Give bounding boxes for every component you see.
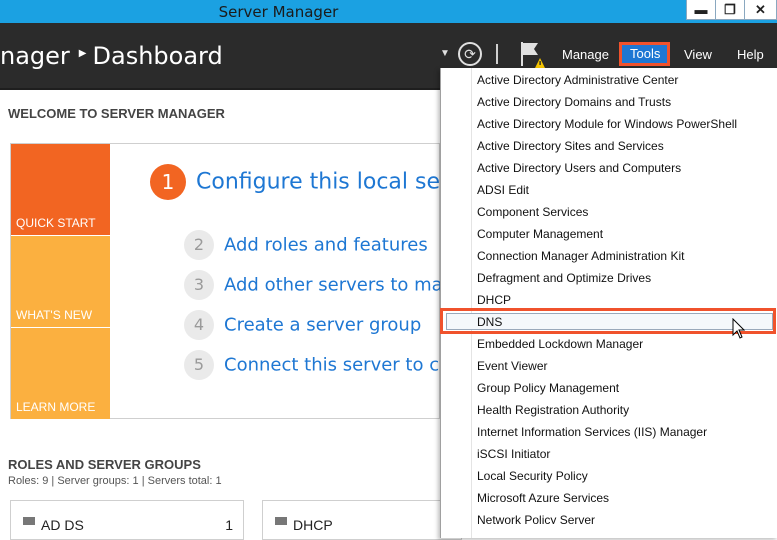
step-1-number: 1: [150, 164, 186, 200]
mouse-cursor-icon: [732, 318, 746, 339]
tile-learn-more[interactable]: LEARN MORE: [11, 328, 110, 419]
tools-item[interactable]: Network Policy Server: [477, 509, 595, 524]
tools-item[interactable]: Active Directory Domains and Trusts: [477, 91, 671, 113]
tile-quick-start-label: QUICK START: [16, 216, 96, 230]
step-3-number: 3: [184, 270, 214, 300]
tools-item[interactable]: Internet Information Services (IIS) Mana…: [477, 421, 707, 443]
tile-whats-new-label: WHAT'S NEW: [16, 308, 93, 322]
tools-item-dns[interactable]: DNS: [477, 311, 502, 333]
step-2[interactable]: 2 Add roles and features: [184, 230, 428, 260]
tools-item[interactable]: iSCSI Initiator: [477, 443, 550, 465]
tools-item[interactable]: Active Directory Administrative Center: [477, 69, 678, 91]
step-2-number: 2: [184, 230, 214, 260]
menu-manage[interactable]: Manage: [562, 47, 609, 62]
breadcrumb: nager ▶ Dashboard: [0, 42, 223, 70]
step-4-number: 4: [184, 310, 214, 340]
minimize-button[interactable]: ▬: [686, 0, 716, 20]
menu-tools[interactable]: Tools: [618, 42, 671, 66]
tools-item[interactable]: Event Viewer: [477, 355, 547, 377]
notification-flag-icon[interactable]: [518, 40, 546, 68]
step-4-text[interactable]: Create a server group: [224, 315, 421, 336]
tools-item[interactable]: Component Services: [477, 201, 588, 223]
close-button[interactable]: ✕: [744, 0, 777, 20]
step-1[interactable]: 1 Configure this local serve: [150, 164, 476, 200]
chevron-down-icon[interactable]: ▼: [440, 48, 450, 59]
tools-item[interactable]: Connection Manager Administration Kit: [477, 245, 684, 267]
tools-item[interactable]: DHCP: [477, 289, 511, 311]
role-card-label: DHCP: [293, 517, 333, 533]
step-3-text[interactable]: Add other servers to manag: [224, 275, 477, 296]
role-card-ad-ds[interactable]: AD DS 1: [10, 500, 244, 540]
tile-learn-more-label: LEARN MORE: [16, 400, 96, 414]
tools-item[interactable]: Computer Management: [477, 223, 603, 245]
role-card-dhcp[interactable]: DHCP: [262, 500, 462, 540]
role-card-count: 1: [225, 517, 233, 533]
separator: [496, 44, 498, 64]
tools-item[interactable]: Active Directory Users and Computers: [477, 157, 681, 179]
tools-item[interactable]: ADSI Edit: [477, 179, 529, 201]
menu-view[interactable]: View: [684, 47, 712, 62]
roles-title: ROLES AND SERVER GROUPS: [8, 457, 201, 472]
welcome-title: WELCOME TO SERVER MANAGER: [8, 106, 225, 121]
breadcrumb-separator-icon: ▶: [78, 47, 87, 59]
step-1-text[interactable]: Configure this local serve: [196, 170, 476, 195]
step-5-number: 5: [184, 350, 214, 380]
title-bar: Server Manager ▬ ❐ ✕: [0, 0, 777, 23]
tools-item[interactable]: Group Policy Management: [477, 377, 619, 399]
tile-quick-start[interactable]: QUICK START: [11, 144, 110, 235]
roles-summary: Roles: 9 | Server groups: 1 | Servers to…: [8, 475, 222, 487]
tools-item[interactable]: Microsoft Azure Services: [477, 487, 609, 509]
breadcrumb-page: Dashboard: [92, 42, 223, 70]
tile-whats-new[interactable]: WHAT'S NEW: [11, 236, 110, 327]
tools-item[interactable]: Local Security Policy: [477, 465, 588, 487]
tools-item[interactable]: Embedded Lockdown Manager: [477, 333, 643, 355]
window-title: Server Manager: [218, 3, 339, 21]
restore-button[interactable]: ❐: [715, 0, 745, 20]
tools-item[interactable]: Active Directory Sites and Services: [477, 135, 664, 157]
refresh-icon[interactable]: ⟳: [458, 42, 482, 66]
breadcrumb-app[interactable]: nager: [0, 42, 70, 70]
step-5-text[interactable]: Connect this server to clouc: [224, 355, 476, 376]
menu-gutter: [471, 68, 472, 538]
step-4[interactable]: 4 Create a server group: [184, 310, 421, 340]
tools-item[interactable]: Defragment and Optimize Drives: [477, 267, 651, 289]
step-2-text[interactable]: Add roles and features: [224, 235, 428, 256]
menu-help[interactable]: Help: [737, 47, 764, 62]
tools-item[interactable]: Health Registration Authority: [477, 399, 629, 421]
step-3[interactable]: 3 Add other servers to manag: [184, 270, 477, 300]
step-5[interactable]: 5 Connect this server to clouc: [184, 350, 476, 380]
role-card-label: AD DS: [41, 517, 84, 533]
tools-item[interactable]: Active Directory Module for Windows Powe…: [477, 113, 737, 135]
